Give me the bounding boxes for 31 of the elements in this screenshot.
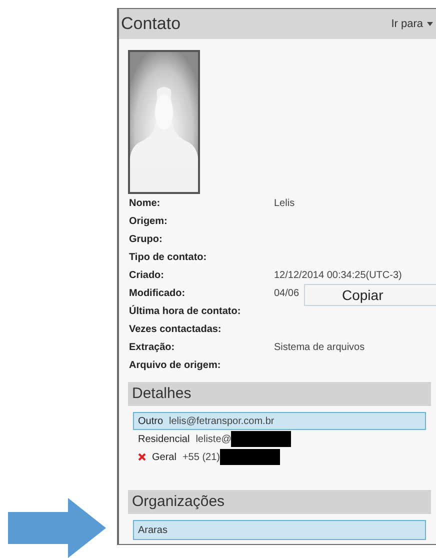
field-label: Origem: (129, 214, 168, 228)
entry-type: Outro (138, 414, 164, 428)
section-header: Detalhes (128, 382, 431, 406)
organization-row[interactable]: Araras (133, 520, 426, 540)
entry-value: lelis@fetranspor.com.br (169, 414, 274, 428)
field-value: Sistema de arquivos (274, 340, 365, 354)
field-label: Criado: (129, 268, 165, 282)
detail-row[interactable]: Outro lelis@fetranspor.com.br (133, 412, 426, 430)
detail-row[interactable]: Geral +55 (21) (133, 448, 426, 466)
section-header: Organizações (128, 490, 431, 514)
goto-menu[interactable]: Ir para (391, 16, 433, 32)
arrow-icon (8, 498, 106, 558)
field-label: Nome: (129, 196, 162, 210)
entry-type: Geral (152, 450, 176, 464)
field-value: Lelis (274, 196, 295, 210)
entry-value: +55 (21) (182, 450, 220, 464)
entry-type: Residencial (138, 432, 190, 446)
field-label: Tipo de contato: (129, 250, 208, 264)
panel-title: Contato (121, 13, 181, 36)
field-value: 12/12/2014 00:34:25(UTC-3) (274, 268, 402, 282)
caret-icon (427, 22, 433, 26)
entry-value: leliste@ (196, 432, 232, 446)
copy-tooltip[interactable]: Copiar (304, 284, 436, 306)
field-label: Grupo: (129, 232, 164, 246)
field-label: Extração: (129, 340, 176, 354)
field-label: Vezes contactadas: (129, 322, 222, 336)
field-value: 04/06 (274, 286, 300, 300)
detail-row[interactable]: Residencial leliste@ (133, 430, 426, 448)
field-label: Última hora de contato: (129, 304, 242, 318)
field-label: Modificado: (129, 286, 186, 300)
field-label: Arquivo de origem: (129, 358, 222, 372)
